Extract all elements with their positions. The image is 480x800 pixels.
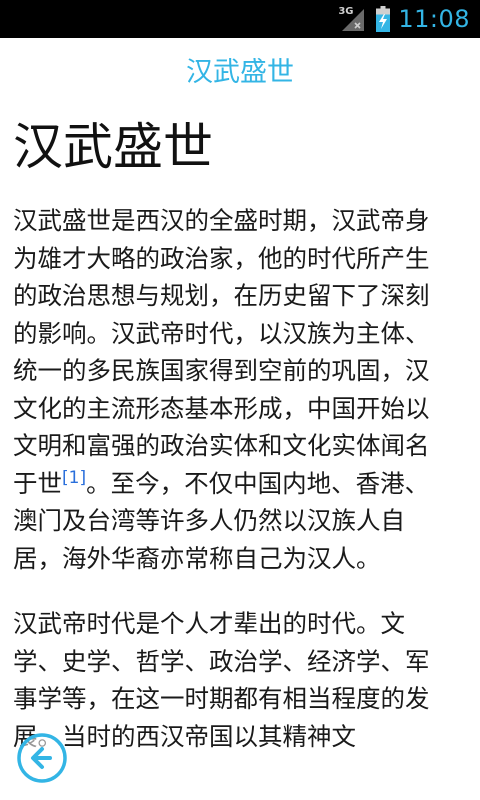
title-bar: 汉武盛世 <box>0 38 480 100</box>
paragraph-1-text-a: 汉武盛世是西汉的全盛时期，汉武帝身为雄才大略的政治家，他的时代所产生的政治思想与… <box>13 206 430 498</box>
clock: 11:08 <box>398 5 470 33</box>
article-paragraph-2: 汉武帝时代是个人才辈出的时代。文学、史学、哲学、政治学、经济学、军事学等，在这一… <box>13 609 430 751</box>
signal-icon: 3G <box>338 5 366 33</box>
article-paragraph-1: 汉武盛世是西汉的全盛时期，汉武帝身为雄才大略的政治家，他的时代所产生的政治思想与… <box>13 202 453 577</box>
article-content: 汉武盛世 汉武盛世是西汉的全盛时期，汉武帝身为雄才大略的政治家，他的时代所产生的… <box>13 104 453 755</box>
back-button[interactable] <box>16 732 68 784</box>
citation-link[interactable]: [1] <box>62 467 86 487</box>
status-bar: 3G 11:08 <box>0 0 480 38</box>
article-heading: 汉武盛世 <box>13 118 213 176</box>
back-arrow-icon <box>17 733 67 783</box>
page-title: 汉武盛世 <box>186 56 294 88</box>
battery-charging-icon <box>376 6 391 32</box>
